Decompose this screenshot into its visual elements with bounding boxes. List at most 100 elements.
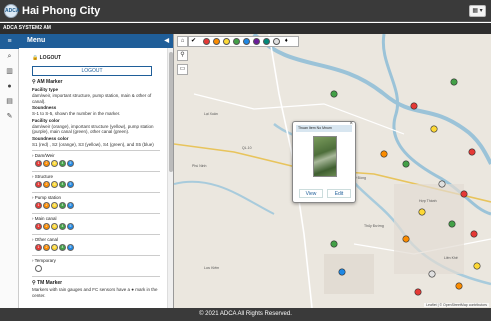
system-subheader: ADCA SYSTEM2 AM bbox=[0, 23, 491, 34]
map-marker[interactable] bbox=[438, 180, 446, 188]
category-header[interactable]: › Main canal bbox=[32, 216, 160, 222]
soundness-dot: 2 bbox=[43, 244, 50, 251]
page-footer: © 2021 ADCA All Rights Reserved. bbox=[0, 308, 491, 321]
app-header: ADCA Hai Phong City ▦ ▾ bbox=[0, 0, 491, 22]
soundness-dot: 1 bbox=[35, 181, 42, 188]
category-header[interactable]: › Temporary bbox=[32, 258, 160, 264]
category-header[interactable]: › Structure bbox=[32, 174, 160, 180]
menu-panel-body: 🔒 LOGOUT LOGOUT ⚲ AM Marker Facility typ… bbox=[19, 48, 168, 308]
soundness-dot: 5 bbox=[67, 223, 74, 230]
soundness-dot: 5 bbox=[67, 244, 74, 251]
soundness-dot: 2 bbox=[43, 160, 50, 167]
category-header[interactable]: › Pump station bbox=[32, 195, 160, 201]
adca-logo: ADCA bbox=[4, 4, 19, 18]
tm-marker-title: ⚲ TM Marker bbox=[32, 280, 63, 286]
map-marker[interactable] bbox=[380, 150, 388, 158]
divider bbox=[32, 234, 160, 235]
divider bbox=[32, 171, 160, 172]
divider bbox=[32, 255, 160, 256]
book-icon[interactable]: ▥ bbox=[0, 64, 19, 79]
popup-title: Thuan Item No Mnum bbox=[296, 125, 352, 132]
tm-marker-desc: Markers with rain gauges and FC sensors … bbox=[32, 287, 158, 298]
database-icon[interactable]: ▤ bbox=[0, 94, 19, 109]
soundness-dot: 2 bbox=[43, 223, 50, 230]
map-marker[interactable] bbox=[410, 102, 418, 110]
logout-section-title: 🔒 LOGOUT bbox=[32, 55, 62, 61]
soundness-dot: 2 bbox=[43, 181, 50, 188]
temporary-dot bbox=[35, 265, 42, 272]
soundness-dot: 5 bbox=[67, 181, 74, 188]
soundness-dot: 5 bbox=[67, 202, 74, 209]
map-marker[interactable] bbox=[338, 268, 346, 276]
edit-button[interactable]: Edit bbox=[327, 189, 351, 198]
search-icon[interactable]: ⌕ bbox=[0, 49, 19, 64]
soundness-dot: 1 bbox=[35, 223, 42, 230]
view-button[interactable]: View bbox=[299, 189, 323, 198]
map-marker[interactable] bbox=[455, 282, 463, 290]
category-header[interactable]: › Other canal bbox=[32, 237, 160, 243]
map-marker[interactable] bbox=[418, 208, 426, 216]
map-marker[interactable] bbox=[402, 235, 410, 243]
soundness-dot: 4 bbox=[59, 181, 66, 188]
category-header[interactable]: › Dam/Weir bbox=[32, 153, 160, 159]
soundness-dot: 4 bbox=[59, 223, 66, 230]
map-marker[interactable] bbox=[414, 288, 422, 296]
map-marker[interactable] bbox=[448, 220, 456, 228]
soundness-dot: 4 bbox=[59, 244, 66, 251]
menu-title: Menu bbox=[27, 37, 46, 44]
menu-panel-header: Menu ◀ bbox=[19, 34, 173, 48]
soundness-dot: 2 bbox=[43, 202, 50, 209]
panel-scrollbar[interactable] bbox=[167, 48, 173, 308]
soundness-dot: 3 bbox=[51, 181, 58, 188]
soundness-dots bbox=[35, 265, 160, 273]
marker-categories: › Dam/Weir 1 2 3 4 5 › Structure 1 2 3 4 5 › Pump st… bbox=[32, 153, 160, 277]
soundness-dots: 12345 bbox=[35, 160, 160, 168]
soundness-dots: 12345 bbox=[35, 202, 160, 210]
soundness-dot: 4 bbox=[59, 160, 66, 167]
divider bbox=[32, 276, 160, 277]
app-title: Hai Phong City bbox=[22, 5, 101, 17]
map-marker[interactable] bbox=[402, 160, 410, 168]
close-icon[interactable]: × bbox=[349, 121, 353, 127]
facility-photo bbox=[313, 136, 337, 177]
divider bbox=[32, 150, 160, 151]
soundness-dot: 3 bbox=[51, 223, 58, 230]
am-marker-title: ⚲ AM Marker bbox=[32, 79, 63, 85]
collapse-panel-icon[interactable]: ◀ bbox=[164, 34, 169, 48]
map-marker[interactable] bbox=[450, 78, 458, 86]
divider bbox=[32, 213, 160, 214]
facility-popup: Thuan Item No Mnum × View Edit bbox=[292, 121, 356, 203]
menu-panel: Menu ◀ 🔒 LOGOUT LOGOUT ⚲ AM Marker Facil… bbox=[19, 34, 174, 308]
soundness-dot: 3 bbox=[51, 244, 58, 251]
logout-button[interactable]: LOGOUT bbox=[32, 66, 152, 76]
pencil-icon[interactable]: ✎ bbox=[0, 109, 19, 124]
map-view[interactable]: ⌂ ⚲ ▭ ✔ ♦ Lại Xuân QL.10 Phù Ninh Mỹ Đồn… bbox=[174, 34, 491, 308]
soundness-dot: 4 bbox=[59, 202, 66, 209]
map-marker[interactable] bbox=[330, 90, 338, 98]
soundness-color-desc: S1 (red) , S2 (orange), S3 (yellow), S4 … bbox=[32, 141, 154, 147]
soundness-dots: 12345 bbox=[35, 223, 160, 231]
drop-icon[interactable]: ● bbox=[0, 79, 19, 94]
facility-type-desc: dam/weir, important structure, pump stat… bbox=[32, 93, 152, 104]
soundness-desc: S-1 to S-5, shown the number in the mark… bbox=[32, 111, 121, 116]
map-marker[interactable] bbox=[468, 148, 476, 156]
header-menu-button[interactable]: ▦ ▾ bbox=[469, 5, 486, 17]
map-marker[interactable] bbox=[330, 240, 338, 248]
map-marker[interactable] bbox=[470, 230, 478, 238]
facility-color-desc: dam/weir (orange), important structure (… bbox=[32, 123, 154, 135]
map-marker[interactable] bbox=[428, 270, 436, 278]
scrollbar-thumb[interactable] bbox=[169, 52, 173, 172]
soundness-dot: 1 bbox=[35, 244, 42, 251]
soundness-dot: 5 bbox=[67, 160, 74, 167]
map-marker[interactable] bbox=[430, 125, 438, 133]
soundness-dot: 3 bbox=[51, 202, 58, 209]
soundness-dot: 3 bbox=[51, 160, 58, 167]
soundness-dots: 12345 bbox=[35, 244, 160, 252]
menu-icon[interactable]: ≡ bbox=[0, 34, 19, 49]
divider bbox=[32, 192, 160, 193]
soundness-dot: 1 bbox=[35, 202, 42, 209]
soundness-dots: 12345 bbox=[35, 181, 160, 189]
map-attribution[interactable]: Leaflet | © OpenStreetMap contributors bbox=[424, 303, 489, 307]
map-marker[interactable] bbox=[460, 190, 468, 198]
map-marker[interactable] bbox=[473, 262, 481, 270]
